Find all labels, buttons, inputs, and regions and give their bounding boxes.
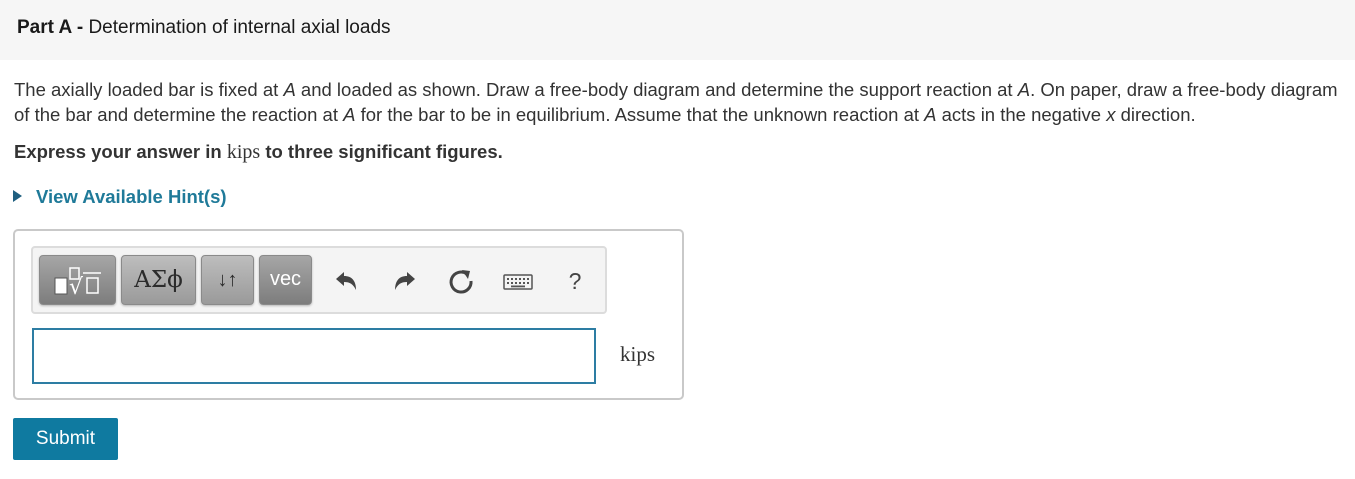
question-text: The axially loaded bar is fixed at A and… bbox=[14, 77, 1344, 127]
variable-a: A bbox=[1017, 79, 1031, 100]
reset-icon bbox=[449, 270, 473, 294]
answer-input[interactable] bbox=[32, 328, 596, 384]
part-title-text: Determination of internal axial loads bbox=[88, 17, 391, 38]
templates-icon: √ bbox=[54, 267, 101, 300]
keyboard-icon bbox=[503, 274, 533, 290]
instruction-unit: kips bbox=[226, 141, 261, 163]
variable-a: A bbox=[283, 79, 296, 100]
svg-text:√: √ bbox=[69, 275, 84, 300]
greek-symbols-button[interactable]: ΑΣϕ bbox=[121, 255, 196, 305]
view-hints-label: View Available Hint(s) bbox=[36, 186, 227, 207]
question-segment: and loaded as shown. Draw a free-body di… bbox=[295, 79, 1018, 100]
variable-a: A bbox=[343, 104, 356, 125]
redo-button[interactable] bbox=[389, 266, 421, 296]
question-segment: direction. bbox=[1115, 104, 1196, 125]
undo-button[interactable] bbox=[330, 266, 362, 296]
instruction-text: Express your answer in bbox=[14, 141, 227, 162]
keyboard-button[interactable] bbox=[502, 266, 534, 296]
vector-button[interactable]: vec bbox=[259, 255, 312, 305]
help-button[interactable]: ? bbox=[559, 266, 591, 296]
answer-unit: kips bbox=[620, 342, 656, 366]
answer-instruction: Express your answer in kips to three sig… bbox=[14, 141, 503, 164]
redo-icon bbox=[395, 272, 415, 290]
submit-button[interactable]: Submit bbox=[13, 418, 118, 460]
expand-triangle-icon bbox=[13, 190, 22, 202]
question-segment: for the bar to be in equilibrium. Assume… bbox=[355, 104, 925, 125]
variable-a: A bbox=[924, 104, 937, 125]
math-toolbar: √ ΑΣϕ ↓↑ vec ? bbox=[31, 246, 607, 314]
part-label: Part A - bbox=[17, 17, 84, 38]
view-hints-link[interactable]: View Available Hint(s) bbox=[13, 186, 227, 208]
question-segment: The axially loaded bar is fixed at bbox=[14, 79, 284, 100]
reset-button[interactable] bbox=[445, 266, 477, 296]
question-segment: acts in the negative bbox=[936, 104, 1107, 125]
instruction-text: to three significant figures. bbox=[260, 141, 503, 162]
undo-icon bbox=[336, 272, 356, 290]
answer-panel: √ ΑΣϕ ↓↑ vec ? kips bbox=[13, 229, 684, 400]
templates-button[interactable]: √ bbox=[39, 255, 116, 305]
subscript-superscript-button[interactable]: ↓↑ bbox=[201, 255, 254, 305]
part-title: Part A - Determination of internal axial… bbox=[17, 17, 391, 39]
part-header: Part A - Determination of internal axial… bbox=[0, 0, 1355, 60]
